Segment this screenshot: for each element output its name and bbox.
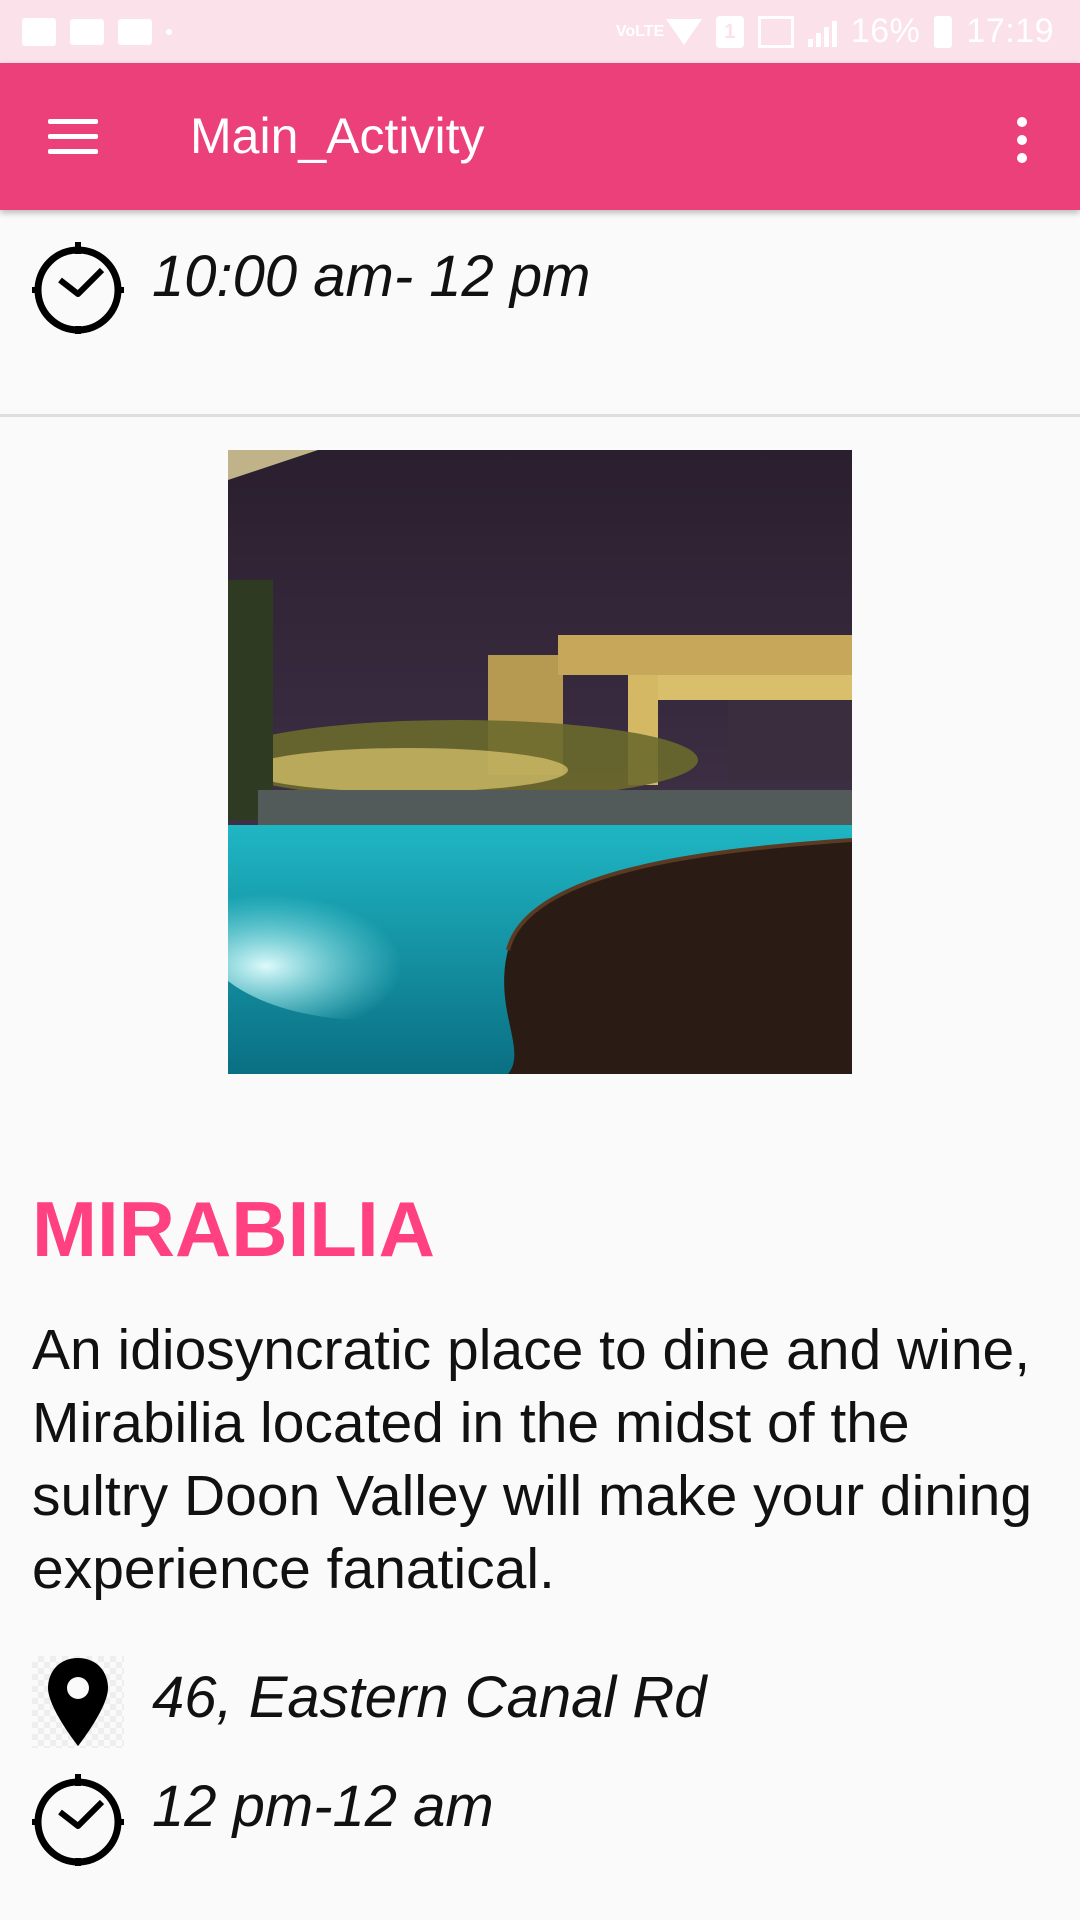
app-bar: Main_Activity	[0, 63, 1080, 210]
app-title: Main_Activity	[190, 108, 485, 164]
place-hours: 12 pm-12 am	[152, 1773, 494, 1839]
status-notifications	[22, 17, 172, 46]
clock-icon	[32, 1774, 124, 1866]
sim-icon: 1	[715, 15, 744, 48]
status-system: VoLTE 1 16% 17:19	[616, 12, 1054, 51]
signal-icon	[807, 17, 837, 47]
place-description: An idiosyncratic place to dine and wine,…	[32, 1318, 1033, 1601]
place-name: MIRABILIA	[32, 1185, 435, 1273]
status-time: 17:19	[966, 12, 1054, 50]
clock-icon	[32, 242, 124, 334]
battery-icon	[934, 15, 953, 48]
dot-icon	[166, 28, 172, 35]
wifi-icon	[665, 18, 702, 45]
pool-night-photo	[228, 450, 852, 1074]
item-divider	[0, 414, 1080, 417]
signal-box-icon	[757, 15, 794, 48]
status-bar: VoLTE 1 16% 17:19	[0, 0, 1080, 63]
address-row: 46, Eastern Canal Rd	[32, 1656, 707, 1748]
place-address: 46, Eastern Canal Rd	[152, 1664, 707, 1730]
previous-hours-row: 10:00 am- 12 pm	[32, 242, 590, 334]
battery-percent: 16%	[850, 12, 921, 50]
volte-icon: VoLTE	[615, 22, 665, 40]
photo-icon	[22, 17, 56, 46]
hamburger-menu-icon[interactable]	[48, 119, 98, 155]
location-pin-icon	[32, 1656, 124, 1748]
previous-hours: 10:00 am- 12 pm	[152, 243, 591, 309]
activity-icon	[118, 18, 152, 45]
mail-icon	[70, 18, 104, 45]
hours-row: 12 pm-12 am	[32, 1774, 494, 1866]
more-vert-icon[interactable]	[1012, 117, 1032, 163]
